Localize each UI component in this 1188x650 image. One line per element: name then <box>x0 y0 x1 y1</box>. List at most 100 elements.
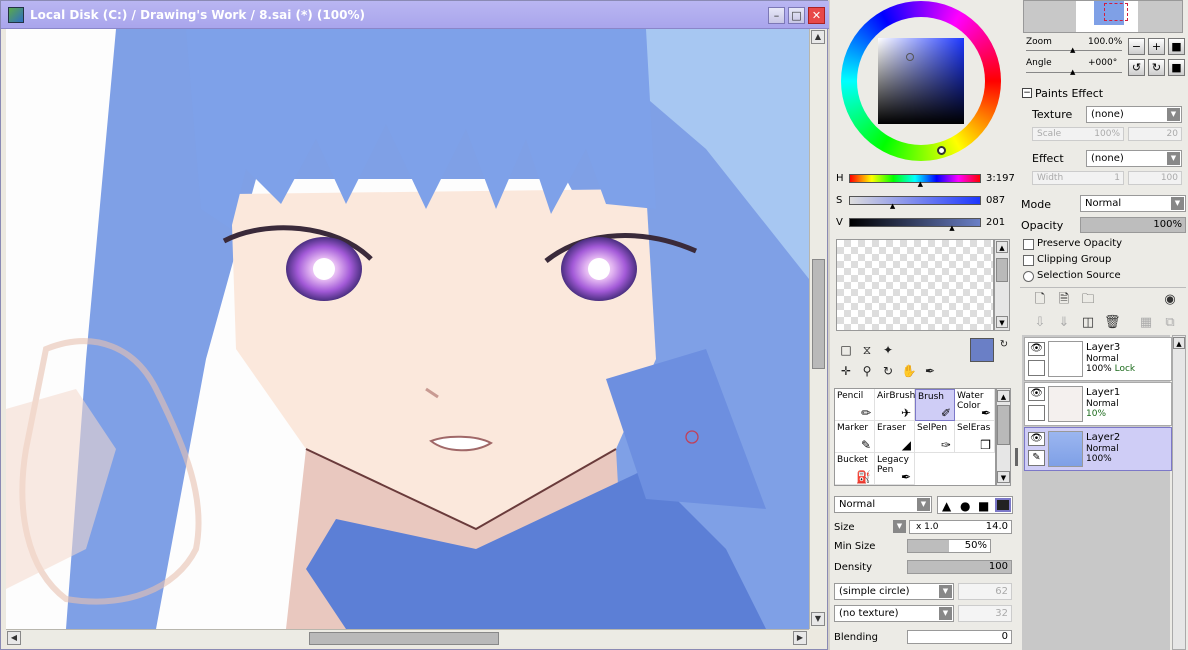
brush-slot-legacy-pen[interactable]: Legacy Pen ✒ <box>875 453 915 485</box>
texture-select[interactable]: (none) ▼ <box>1086 106 1182 123</box>
brush-slot-selpen[interactable]: SelPen ✑ <box>915 421 955 453</box>
tip-hard-icon[interactable]: ▲ <box>942 499 951 513</box>
visibility-eye-icon[interactable]: 👁 <box>1028 432 1045 446</box>
size-slider[interactable]: x 1.0 14.0 <box>909 520 1012 534</box>
canvas-vertical-scrollbar[interactable]: ▲ ▼ <box>809 29 827 629</box>
swap-colors-icon[interactable]: ↻ <box>995 336 1013 354</box>
color-slider-value-v[interactable]: 201 <box>986 217 1005 228</box>
brush-grid-scrollbar[interactable]: ▲ ▼ <box>996 388 1011 486</box>
move-icon[interactable]: ✛ <box>837 362 855 380</box>
color-slider-value-h[interactable]: 3:197 <box>986 173 1015 184</box>
scroll-down-button[interactable]: ▼ <box>811 612 825 626</box>
zoom-out-button[interactable]: − <box>1128 38 1145 55</box>
zoom-slider-handle[interactable]: ▲ <box>1070 46 1075 54</box>
zoom-icon[interactable]: ⚲ <box>858 362 876 380</box>
horizontal-scroll-thumb[interactable] <box>309 632 499 645</box>
delete-layer-icon[interactable]: 🗑 <box>1104 315 1121 331</box>
clipping-group-checkbox[interactable] <box>1023 255 1034 266</box>
merge-down-icon[interactable]: ⇓ <box>1056 315 1072 331</box>
slider-handle[interactable]: ▲ <box>949 224 954 232</box>
brush-slot-pencil[interactable]: Pencil ✏ <box>835 389 875 421</box>
collapse-icon[interactable]: − <box>1022 88 1032 98</box>
tip-flat-icon[interactable]: ■ <box>978 499 989 513</box>
hue-cursor[interactable] <box>937 146 946 155</box>
rotate-icon[interactable]: ↻ <box>879 362 897 380</box>
duplicate-layer-icon[interactable]: ⧉ <box>1162 315 1178 331</box>
color-slider-h[interactable] <box>849 174 981 183</box>
selection-source-radio[interactable] <box>1023 271 1034 282</box>
color-slider-s[interactable] <box>849 196 981 205</box>
scroll-left-button[interactable]: ◀ <box>7 631 21 645</box>
lasso-icon[interactable]: ⧖ <box>858 341 876 359</box>
brush-shape-value[interactable]: 62 <box>958 583 1012 600</box>
new-folder-icon[interactable]: 🗀 <box>1080 292 1096 308</box>
layer-row-layer2[interactable]: 👁 ✎ Layer2 Normal 100% <box>1024 427 1172 471</box>
rotate-right-button[interactable]: ↻ <box>1148 59 1165 76</box>
tip-round-icon[interactable]: ● <box>960 499 970 513</box>
slider-handle[interactable]: ▲ <box>890 202 895 210</box>
rotate-left-button[interactable]: ↺ <box>1128 59 1145 76</box>
brush-shape-select[interactable]: (simple circle) ▼ <box>834 583 954 600</box>
layer-row-layer3[interactable]: 👁 Layer3 Normal 100% Lock <box>1024 337 1172 381</box>
min-size-slider[interactable]: 50% <box>907 539 991 553</box>
new-linked-layer-icon[interactable]: 🗎 <box>1056 292 1072 308</box>
brush-texture-select[interactable]: (no texture) ▼ <box>834 605 954 622</box>
zoom-in-button[interactable]: + <box>1148 38 1165 55</box>
layer-select-checkbox[interactable] <box>1028 405 1045 421</box>
palette-scrollbar[interactable]: ▲ ▼ <box>994 239 1010 331</box>
new-layer-icon[interactable]: 🗋 <box>1032 292 1048 308</box>
color-wheel[interactable] <box>841 1 1001 161</box>
width-value[interactable]: 100 <box>1128 171 1182 185</box>
blending-slider[interactable]: 0 <box>907 630 1012 644</box>
brush-slot-airbrush[interactable]: AirBrush ✈ <box>875 389 915 421</box>
brush-texture-value[interactable]: 32 <box>958 605 1012 622</box>
layer-select-checkbox[interactable] <box>1028 360 1045 376</box>
effect-select[interactable]: (none) ▼ <box>1086 150 1182 167</box>
layer-list-scrollbar[interactable]: ▲ <box>1172 335 1186 650</box>
scale-slider[interactable]: Scale 100% <box>1032 127 1124 141</box>
minimize-button[interactable]: – <box>768 7 785 24</box>
opacity-slider[interactable]: 100% <box>1080 217 1186 233</box>
size-dropdown[interactable]: ▼ <box>893 520 906 533</box>
brush-slot-marker[interactable]: Marker ✎ <box>835 421 875 453</box>
width-slider[interactable]: Width 1 <box>1032 171 1124 185</box>
slider-handle[interactable]: ▲ <box>918 180 923 188</box>
hand-icon[interactable]: ✋ <box>900 362 918 380</box>
brush-blend-mode-select[interactable]: Normal ▼ <box>834 496 932 513</box>
clear-layer-icon[interactable]: ◫ <box>1080 315 1096 331</box>
close-button[interactable]: ✕ <box>808 7 825 24</box>
layer-mode-select[interactable]: Normal ▼ <box>1080 195 1186 212</box>
color-sv-square[interactable] <box>878 38 964 124</box>
magic-wand-icon[interactable]: ✦ <box>879 341 897 359</box>
angle-slider-handle[interactable]: ▲ <box>1070 68 1075 76</box>
layer-mask-icon[interactable]: ◉ <box>1162 292 1178 308</box>
brush-tip-shapes[interactable]: ▲ ● ■ <box>937 496 1013 514</box>
brush-slot-water-color[interactable]: Water Color ✒ <box>955 389 995 421</box>
rotate-reset-button[interactable]: ■ <box>1168 59 1185 76</box>
canvas-horizontal-scrollbar[interactable]: ◀ ▶ <box>6 629 809 647</box>
color-palette[interactable] <box>836 239 994 331</box>
preserve-opacity-checkbox[interactable] <box>1023 239 1034 250</box>
visibility-eye-icon[interactable]: 👁 <box>1028 387 1045 401</box>
primary-color-swatch[interactable] <box>970 338 994 362</box>
zoom-reset-button[interactable]: ■ <box>1168 38 1185 55</box>
visibility-eye-icon[interactable]: 👁 <box>1028 342 1045 356</box>
transfer-down-icon[interactable]: ⇩ <box>1032 315 1048 331</box>
scale-value[interactable]: 20 <box>1128 127 1182 141</box>
navigator-preview[interactable] <box>1023 0 1183 33</box>
brush-slot-seleras[interactable]: SelEras ❒ <box>955 421 995 453</box>
merge-visible-icon[interactable]: ▦ <box>1138 315 1154 331</box>
drawing-canvas[interactable] <box>6 29 809 629</box>
sv-cursor[interactable] <box>906 53 914 61</box>
brush-slot-eraser[interactable]: Eraser ◢ <box>875 421 915 453</box>
brush-slot-brush[interactable]: Brush ✐ <box>915 389 955 421</box>
maximize-button[interactable]: □ <box>788 7 805 24</box>
color-slider-value-s[interactable]: 087 <box>986 195 1005 206</box>
tip-square-icon[interactable] <box>995 498 1011 512</box>
layer-row-layer1[interactable]: 👁 Layer1 Normal 10% <box>1024 382 1172 426</box>
title-bar[interactable]: Local Disk (C:) / Drawing's Work / 8.sai… <box>1 1 829 29</box>
scroll-up-button[interactable]: ▲ <box>811 30 825 44</box>
brush-slot-bucket[interactable]: Bucket ⛽ <box>835 453 875 485</box>
brush-edit-icon[interactable]: ✎ <box>1028 450 1045 466</box>
vertical-scroll-thumb[interactable] <box>812 259 825 369</box>
